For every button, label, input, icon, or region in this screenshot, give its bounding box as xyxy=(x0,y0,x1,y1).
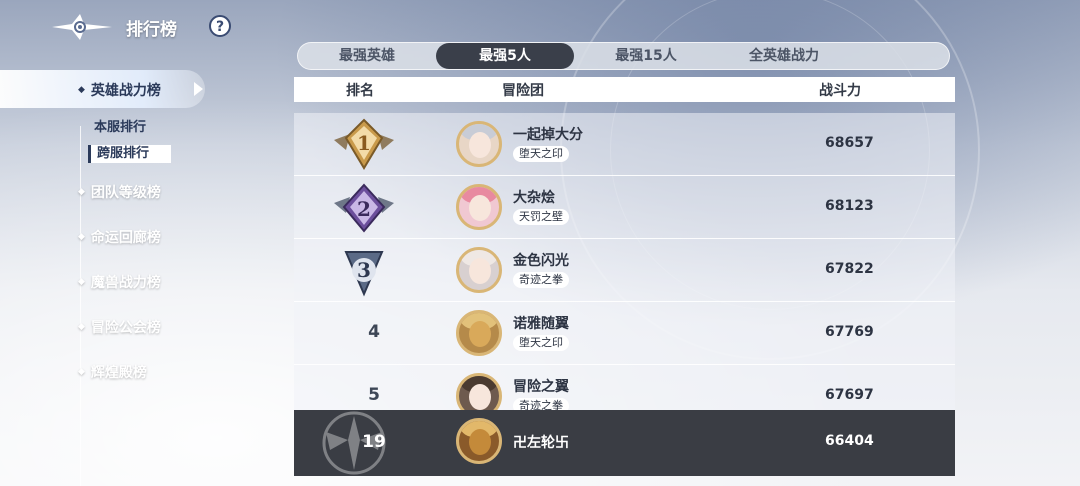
tab-strongest-hero[interactable]: 最强英雄 xyxy=(298,43,436,69)
tab-strongest-5[interactable]: 最强5人 xyxy=(436,43,574,69)
table-row[interactable]: 3 金色闪光 奇迹之拳 67822 xyxy=(294,239,955,302)
sidebar-item-label: 英雄战力榜 xyxy=(90,83,161,99)
purple-rank-badge-icon: 2 xyxy=(334,183,394,233)
avatar-face xyxy=(469,132,491,158)
active-arrow-icon xyxy=(194,82,203,96)
sub-item-cross-server[interactable]: 跨服排行 xyxy=(88,145,172,163)
sidebar-item-glory-hall[interactable]: ◆ 辉煌殿榜 xyxy=(78,362,147,382)
self-power-value: 66404 xyxy=(825,433,874,449)
sidebar-item-label: 魔兽战力榜 xyxy=(90,275,161,291)
sidebar-item-label: 命运回廊榜 xyxy=(90,230,161,246)
svg-text:1: 1 xyxy=(357,131,371,155)
sidebar-item-adventure-guild[interactable]: ◆ 冒险公会榜 xyxy=(78,317,161,337)
avatar-face xyxy=(469,429,491,455)
gold-rank-badge-icon: 1 xyxy=(334,118,394,170)
avatar[interactable] xyxy=(456,310,502,356)
svg-text:3: 3 xyxy=(357,258,371,282)
sidebar-item-fate-corridor[interactable]: ◆ 命运回廊榜 xyxy=(78,227,161,247)
avatar-face xyxy=(469,321,491,347)
self-player-name: 卍左轮卐 xyxy=(513,435,569,451)
table-header: 排名 冒险团 战斗力 xyxy=(294,77,955,102)
avatar-face xyxy=(469,384,491,410)
self-rank-row[interactable]: 19 卍左轮卐 66404 xyxy=(294,410,955,476)
sidebar-item-label: 团队等级榜 xyxy=(90,185,161,201)
avatar[interactable] xyxy=(456,247,502,293)
avatar[interactable] xyxy=(456,184,502,230)
diamond-icon: ◆ xyxy=(78,367,85,377)
power-value: 67697 xyxy=(825,387,874,403)
svg-text:2: 2 xyxy=(357,197,371,221)
help-button[interactable]: ? xyxy=(209,15,231,37)
ranking-tabs: 最强英雄 最强5人 最强15人 全英雄战力 xyxy=(297,42,950,70)
diamond-icon: ◆ xyxy=(78,85,85,95)
sidebar-item-hero-power[interactable]: ◆ 英雄战力榜 xyxy=(78,80,161,100)
power-value: 67769 xyxy=(825,324,874,340)
rank-number: 4 xyxy=(368,322,380,342)
self-avatar[interactable] xyxy=(456,418,502,464)
player-name: 诺雅随翼 xyxy=(513,316,569,332)
diamond-icon: ◆ xyxy=(78,322,85,332)
avatar-face xyxy=(469,195,491,221)
table-row[interactable]: 1 一起掉大分 堕天之印 68657 xyxy=(294,113,955,176)
guild-badge: 堕天之印 xyxy=(513,335,569,351)
guild-badge: 堕天之印 xyxy=(513,146,569,162)
avatar-face xyxy=(469,258,491,284)
diamond-icon: ◆ xyxy=(78,187,85,197)
guild-badge: 奇迹之拳 xyxy=(513,272,569,288)
sidebar-item-team-level[interactable]: ◆ 团队等级榜 xyxy=(78,182,161,202)
tab-strongest-15[interactable]: 最强15人 xyxy=(574,43,718,69)
sidebar: ◆ 英雄战力榜 本服排行 跨服排行 ◆ 团队等级榜 ◆ 命运回廊榜 ◆ 魔兽战力… xyxy=(0,66,260,486)
sidebar-item-beast-power[interactable]: ◆ 魔兽战力榜 xyxy=(78,272,161,292)
sidebar-item-label: 辉煌殿榜 xyxy=(90,365,147,381)
page-title: 排行榜 xyxy=(126,20,177,40)
diamond-icon: ◆ xyxy=(78,232,85,242)
power-value: 68657 xyxy=(825,135,874,151)
column-header-team: 冒险团 xyxy=(502,83,544,99)
player-name: 大杂烩 xyxy=(513,190,555,206)
guild-badge: 天罚之壁 xyxy=(513,209,569,225)
table-rows: 1 一起掉大分 堕天之印 68657 2 大杂烩 天罚之壁 68123 3 金色… xyxy=(294,113,955,428)
silver-rank-badge-icon: 3 xyxy=(344,251,384,297)
sub-item-local-server[interactable]: 本服排行 xyxy=(94,116,146,135)
avatar[interactable] xyxy=(456,121,502,167)
diamond-icon: ◆ xyxy=(78,277,85,287)
power-value: 68123 xyxy=(825,198,874,214)
rank-number: 5 xyxy=(368,385,380,405)
self-rank-number: 19 xyxy=(362,432,386,452)
player-name: 冒险之翼 xyxy=(513,379,569,395)
header: 排行榜 ? xyxy=(0,0,260,56)
power-value: 67822 xyxy=(825,261,874,277)
tab-all-hero-power[interactable]: 全英雄战力 xyxy=(718,43,850,69)
column-header-rank: 排名 xyxy=(346,83,374,99)
player-name: 一起掉大分 xyxy=(513,127,583,143)
leaderboard-logo-icon xyxy=(52,14,112,40)
sidebar-item-label: 冒险公会榜 xyxy=(90,320,161,336)
table-row[interactable]: 4 诺雅随翼 堕天之印 67769 xyxy=(294,302,955,365)
sidebar-divider-line xyxy=(80,126,81,486)
table-row[interactable]: 2 大杂烩 天罚之壁 68123 xyxy=(294,176,955,239)
player-name: 金色闪光 xyxy=(513,253,569,269)
column-header-power: 战斗力 xyxy=(819,83,861,99)
